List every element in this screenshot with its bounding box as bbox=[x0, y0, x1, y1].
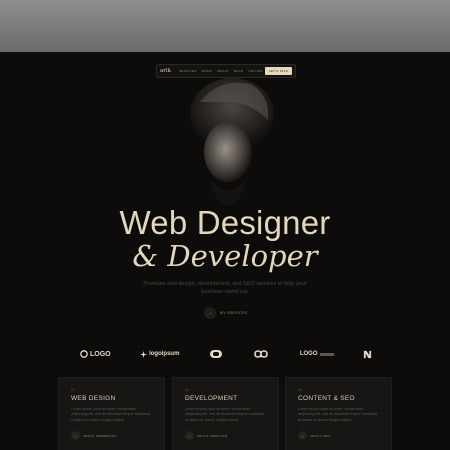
browser-top-bar bbox=[0, 0, 450, 52]
service-card-content-seo[interactable]: 03 CONTENT & SEO Lorem ipsum dolor sit a… bbox=[285, 377, 392, 450]
hero-title: Web Designer bbox=[119, 204, 331, 241]
card-title: CONTENT & SEO bbox=[298, 395, 355, 402]
arrow-icon: → bbox=[204, 307, 216, 319]
n-logo-icon bbox=[363, 350, 372, 358]
arrow-icon: → bbox=[298, 431, 307, 441]
logo-ipsum-icon bbox=[140, 350, 148, 358]
infinity-logo-icon bbox=[254, 350, 269, 358]
portrait-image bbox=[190, 78, 274, 206]
card-more-link[interactable]: → ABOUT SEO bbox=[298, 431, 379, 441]
card-number: 02 bbox=[185, 388, 189, 392]
card-number: 03 bbox=[298, 388, 302, 392]
shield-logo bbox=[209, 349, 223, 359]
hero-description: Premium web design, development, and SEO… bbox=[143, 281, 307, 295]
service-card-web-design[interactable]: 01 WEB DESIGN Lorem ipsum dolor sit amet… bbox=[58, 377, 165, 450]
card-more-label: ABOUT WEBFLOW bbox=[197, 433, 228, 438]
card-body: Lorem ipsum dolor sit amet, consectetur … bbox=[185, 407, 265, 422]
my-services-button[interactable]: → MY SERVICES bbox=[204, 307, 247, 319]
shield-logo-icon bbox=[209, 350, 222, 358]
arrow-icon: → bbox=[185, 431, 194, 441]
service-card-development[interactable]: 02 DEVELOPMENT Lorem ipsum dolor sit ame… bbox=[172, 377, 279, 450]
landing-page: arlk SERVICES WORK ABOUT BLOG PRICING LE… bbox=[0, 52, 450, 450]
card-more-link[interactable]: → ABOUT WEBFLOW bbox=[185, 431, 266, 441]
logo-text-mark: LOGO bbox=[300, 351, 334, 357]
logo-text-mark-icon bbox=[319, 352, 334, 356]
card-more-label: ABOUT WEBDESIGN bbox=[83, 433, 117, 438]
infinity-logo bbox=[252, 350, 270, 358]
card-number: 01 bbox=[71, 388, 75, 392]
n-logo bbox=[363, 350, 372, 359]
logo-ipsum: logoipsum bbox=[140, 350, 179, 358]
logo-mark: LOGO bbox=[80, 350, 111, 358]
client-logos: LOGO logoipsum LOGO bbox=[80, 348, 372, 360]
card-more-link[interactable]: → ABOUT WEBDESIGN bbox=[71, 431, 152, 441]
card-body: Lorem ipsum dolor sit amet, consectetur … bbox=[298, 407, 378, 422]
card-title: WEB DESIGN bbox=[71, 395, 116, 402]
my-services-label: MY SERVICES bbox=[220, 311, 248, 315]
brand-logo[interactable]: arlk bbox=[160, 68, 171, 74]
card-title: DEVELOPMENT bbox=[185, 395, 238, 402]
card-more-label: ABOUT SEO bbox=[310, 433, 331, 438]
hero-subtitle: & Developer bbox=[132, 239, 318, 273]
logo-mark-icon bbox=[80, 350, 88, 358]
card-body: Lorem ipsum dolor sit amet, consectetur … bbox=[71, 407, 151, 422]
arrow-icon: → bbox=[71, 431, 80, 441]
